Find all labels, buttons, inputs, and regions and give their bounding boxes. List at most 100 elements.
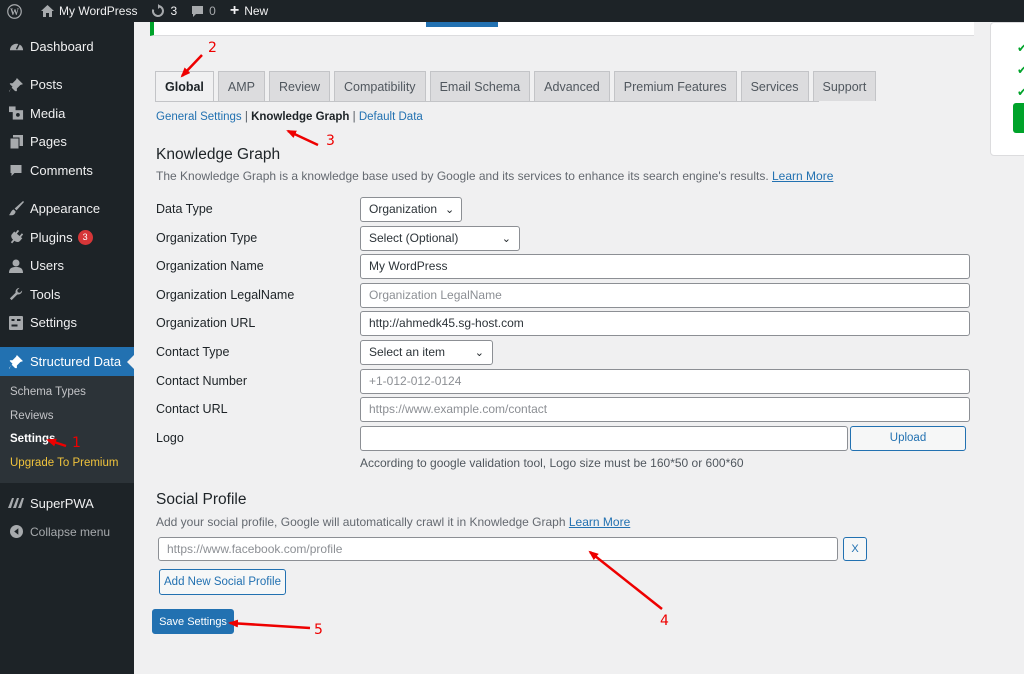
plugins-update-badge: 3 bbox=[77, 229, 93, 245]
admin-sidebar: Dashboard Posts Media Pages Comments App… bbox=[0, 22, 134, 674]
submenu-schema-types[interactable]: Schema Types bbox=[0, 381, 134, 405]
annotation-number-4: 4 bbox=[660, 613, 669, 629]
media-icon bbox=[8, 105, 24, 121]
svg-text:W: W bbox=[10, 6, 19, 16]
social-learn-more-link[interactable]: Learn More bbox=[569, 515, 630, 529]
contact-type-select[interactable]: Select an item ⌄ bbox=[360, 339, 493, 365]
upload-button[interactable]: Upload bbox=[850, 425, 966, 451]
side-card-button[interactable] bbox=[1013, 103, 1024, 133]
menu-structured-data[interactable]: Structured Data bbox=[0, 347, 134, 376]
menu-users[interactable]: Users bbox=[0, 252, 134, 281]
social-profile-input[interactable]: https://www.facebook.com/profile bbox=[158, 537, 838, 561]
organization-url-row: Organization URL http://ahmedk45.sg-host… bbox=[156, 310, 976, 336]
new-label: New bbox=[244, 4, 269, 18]
subnav-default-data[interactable]: Default Data bbox=[359, 111, 423, 123]
organization-legalname-label: Organization LegalName bbox=[156, 288, 295, 302]
menu-pages[interactable]: Pages bbox=[0, 128, 134, 157]
data-type-label: Data Type bbox=[156, 202, 213, 216]
sub-navigation: General Settings | Knowledge Graph | Def… bbox=[156, 111, 423, 123]
logo-url-input[interactable] bbox=[360, 425, 848, 451]
updates-icon bbox=[151, 4, 165, 18]
menu-superpwa[interactable]: SuperPWA bbox=[0, 489, 134, 518]
admin-bar: W My WordPress 3 0 + New bbox=[0, 0, 1024, 22]
contact-url-row: Contact URL https://www.example.com/cont… bbox=[156, 396, 976, 422]
annotation-number-3: 3 bbox=[326, 133, 335, 149]
pages-icon bbox=[8, 134, 24, 150]
organization-type-select[interactable]: Select (Optional) ⌄ bbox=[360, 225, 520, 251]
comment-bubble-icon bbox=[191, 5, 204, 18]
annotation-number-1: 1 bbox=[72, 435, 81, 451]
tab-premium-features[interactable]: Premium Features bbox=[613, 71, 737, 101]
brush-icon bbox=[8, 201, 24, 217]
comments-icon bbox=[8, 162, 24, 178]
organization-type-row: Organization Type Select (Optional) ⌄ bbox=[156, 225, 976, 251]
dashboard-icon bbox=[8, 38, 24, 54]
annotation-number-2: 2 bbox=[208, 40, 217, 56]
contact-url-input[interactable]: https://www.example.com/contact bbox=[360, 396, 970, 422]
submenu-reviews[interactable]: Reviews bbox=[0, 405, 134, 429]
organization-type-label: Organization Type bbox=[156, 231, 258, 245]
wp-logo[interactable]: W bbox=[0, 0, 34, 22]
check-icon: ✔ bbox=[1017, 85, 1024, 99]
site-name-link[interactable]: My WordPress bbox=[34, 0, 144, 22]
logo-label: Logo bbox=[156, 431, 184, 445]
chevron-down-icon: ⌄ bbox=[501, 232, 511, 245]
data-type-select[interactable]: Organization ⌄ bbox=[360, 196, 462, 222]
social-profile-description: Add your social profile, Google will aut… bbox=[156, 515, 631, 529]
chevron-down-icon: ⌄ bbox=[445, 203, 455, 216]
collapse-menu-button[interactable]: Collapse menu bbox=[0, 518, 134, 547]
submenu-settings[interactable]: Settings bbox=[0, 428, 134, 452]
menu-settings[interactable]: Settings bbox=[0, 309, 134, 338]
contact-number-input[interactable]: +1-012-012-0124 bbox=[360, 368, 970, 394]
organization-legalname-input[interactable]: Organization LegalName bbox=[360, 282, 970, 308]
subnav-general-settings[interactable]: General Settings bbox=[156, 111, 242, 123]
tab-advanced[interactable]: Advanced bbox=[534, 71, 610, 101]
menu-plugins[interactable]: Plugins 3 bbox=[0, 223, 134, 252]
subnav-knowledge-graph[interactable]: Knowledge Graph bbox=[251, 111, 349, 123]
admin-notice bbox=[150, 22, 974, 36]
organization-name-input[interactable]: My WordPress bbox=[360, 253, 970, 279]
menu-posts[interactable]: Posts bbox=[0, 71, 134, 100]
pin-icon bbox=[8, 354, 24, 370]
new-content-link[interactable]: + New bbox=[223, 0, 275, 22]
tab-compatibility[interactable]: Compatibility bbox=[334, 71, 426, 101]
remove-social-profile-button[interactable]: X bbox=[843, 537, 867, 561]
main-content: ✔ ✔ ✔ Global AMP Review Compatibility Em… bbox=[134, 22, 1024, 674]
menu-media[interactable]: Media bbox=[0, 99, 134, 128]
contact-url-label: Contact URL bbox=[156, 402, 228, 416]
tab-amp[interactable]: AMP bbox=[217, 71, 265, 101]
submenu-upgrade-premium[interactable]: Upgrade To Premium bbox=[0, 452, 134, 476]
tab-services[interactable]: Services bbox=[740, 71, 809, 101]
settings-icon bbox=[8, 315, 24, 331]
logo-row: Logo Upload bbox=[156, 425, 976, 451]
menu-dashboard[interactable]: Dashboard bbox=[0, 32, 134, 61]
menu-comments[interactable]: Comments bbox=[0, 156, 134, 185]
save-settings-button[interactable]: Save Settings bbox=[152, 609, 234, 634]
users-icon bbox=[8, 258, 24, 274]
check-icon: ✔ bbox=[1017, 63, 1024, 77]
contact-number-label: Contact Number bbox=[156, 374, 248, 388]
menu-appearance[interactable]: Appearance bbox=[0, 195, 134, 224]
check-icon: ✔ bbox=[1017, 41, 1024, 55]
home-icon bbox=[41, 5, 54, 17]
organization-url-input[interactable]: http://ahmedk45.sg-host.com bbox=[360, 310, 970, 336]
organization-name-row: Organization Name My WordPress bbox=[156, 253, 976, 279]
tab-review[interactable]: Review bbox=[269, 71, 330, 101]
site-name: My WordPress bbox=[59, 4, 138, 18]
wordpress-icon: W bbox=[7, 3, 22, 19]
plugin-icon bbox=[8, 229, 24, 245]
structured-data-submenu: Schema Types Reviews Settings Upgrade To… bbox=[0, 376, 134, 483]
superpwa-icon bbox=[8, 495, 24, 511]
menu-tools[interactable]: Tools bbox=[0, 280, 134, 309]
tab-email-schema[interactable]: Email Schema bbox=[429, 71, 531, 101]
pin-icon bbox=[8, 77, 24, 93]
updates-link[interactable]: 3 bbox=[144, 0, 184, 22]
comments-link[interactable]: 0 bbox=[184, 0, 223, 22]
logo-size-hint: According to google validation tool, Log… bbox=[360, 456, 744, 470]
knowledge-learn-more-link[interactable]: Learn More bbox=[772, 169, 833, 183]
add-new-social-profile-button[interactable]: Add New Social Profile bbox=[159, 569, 286, 595]
notice-button[interactable] bbox=[426, 22, 498, 27]
tab-support[interactable]: Support bbox=[812, 71, 877, 101]
comments-count: 0 bbox=[209, 4, 216, 18]
tab-global[interactable]: Global bbox=[155, 71, 214, 102]
